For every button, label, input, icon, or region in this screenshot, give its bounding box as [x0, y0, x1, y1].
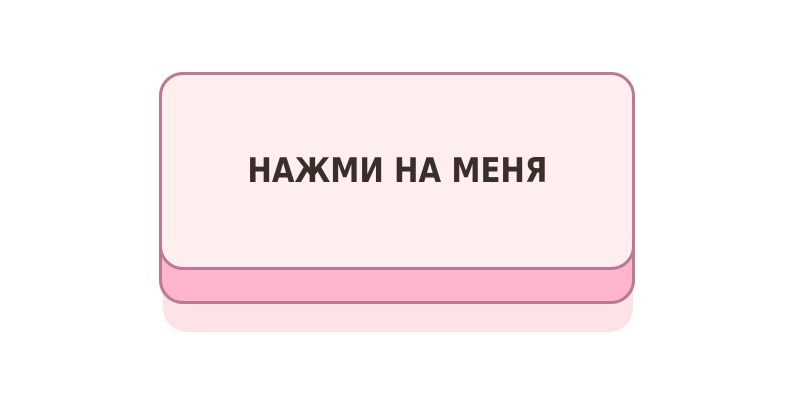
press-me-button[interactable]: НАЖМИ НА МЕНЯ: [159, 72, 635, 270]
button-label: НАЖМИ НА МЕНЯ: [246, 151, 547, 191]
canvas: НАЖМИ НА МЕНЯ: [0, 0, 800, 400]
